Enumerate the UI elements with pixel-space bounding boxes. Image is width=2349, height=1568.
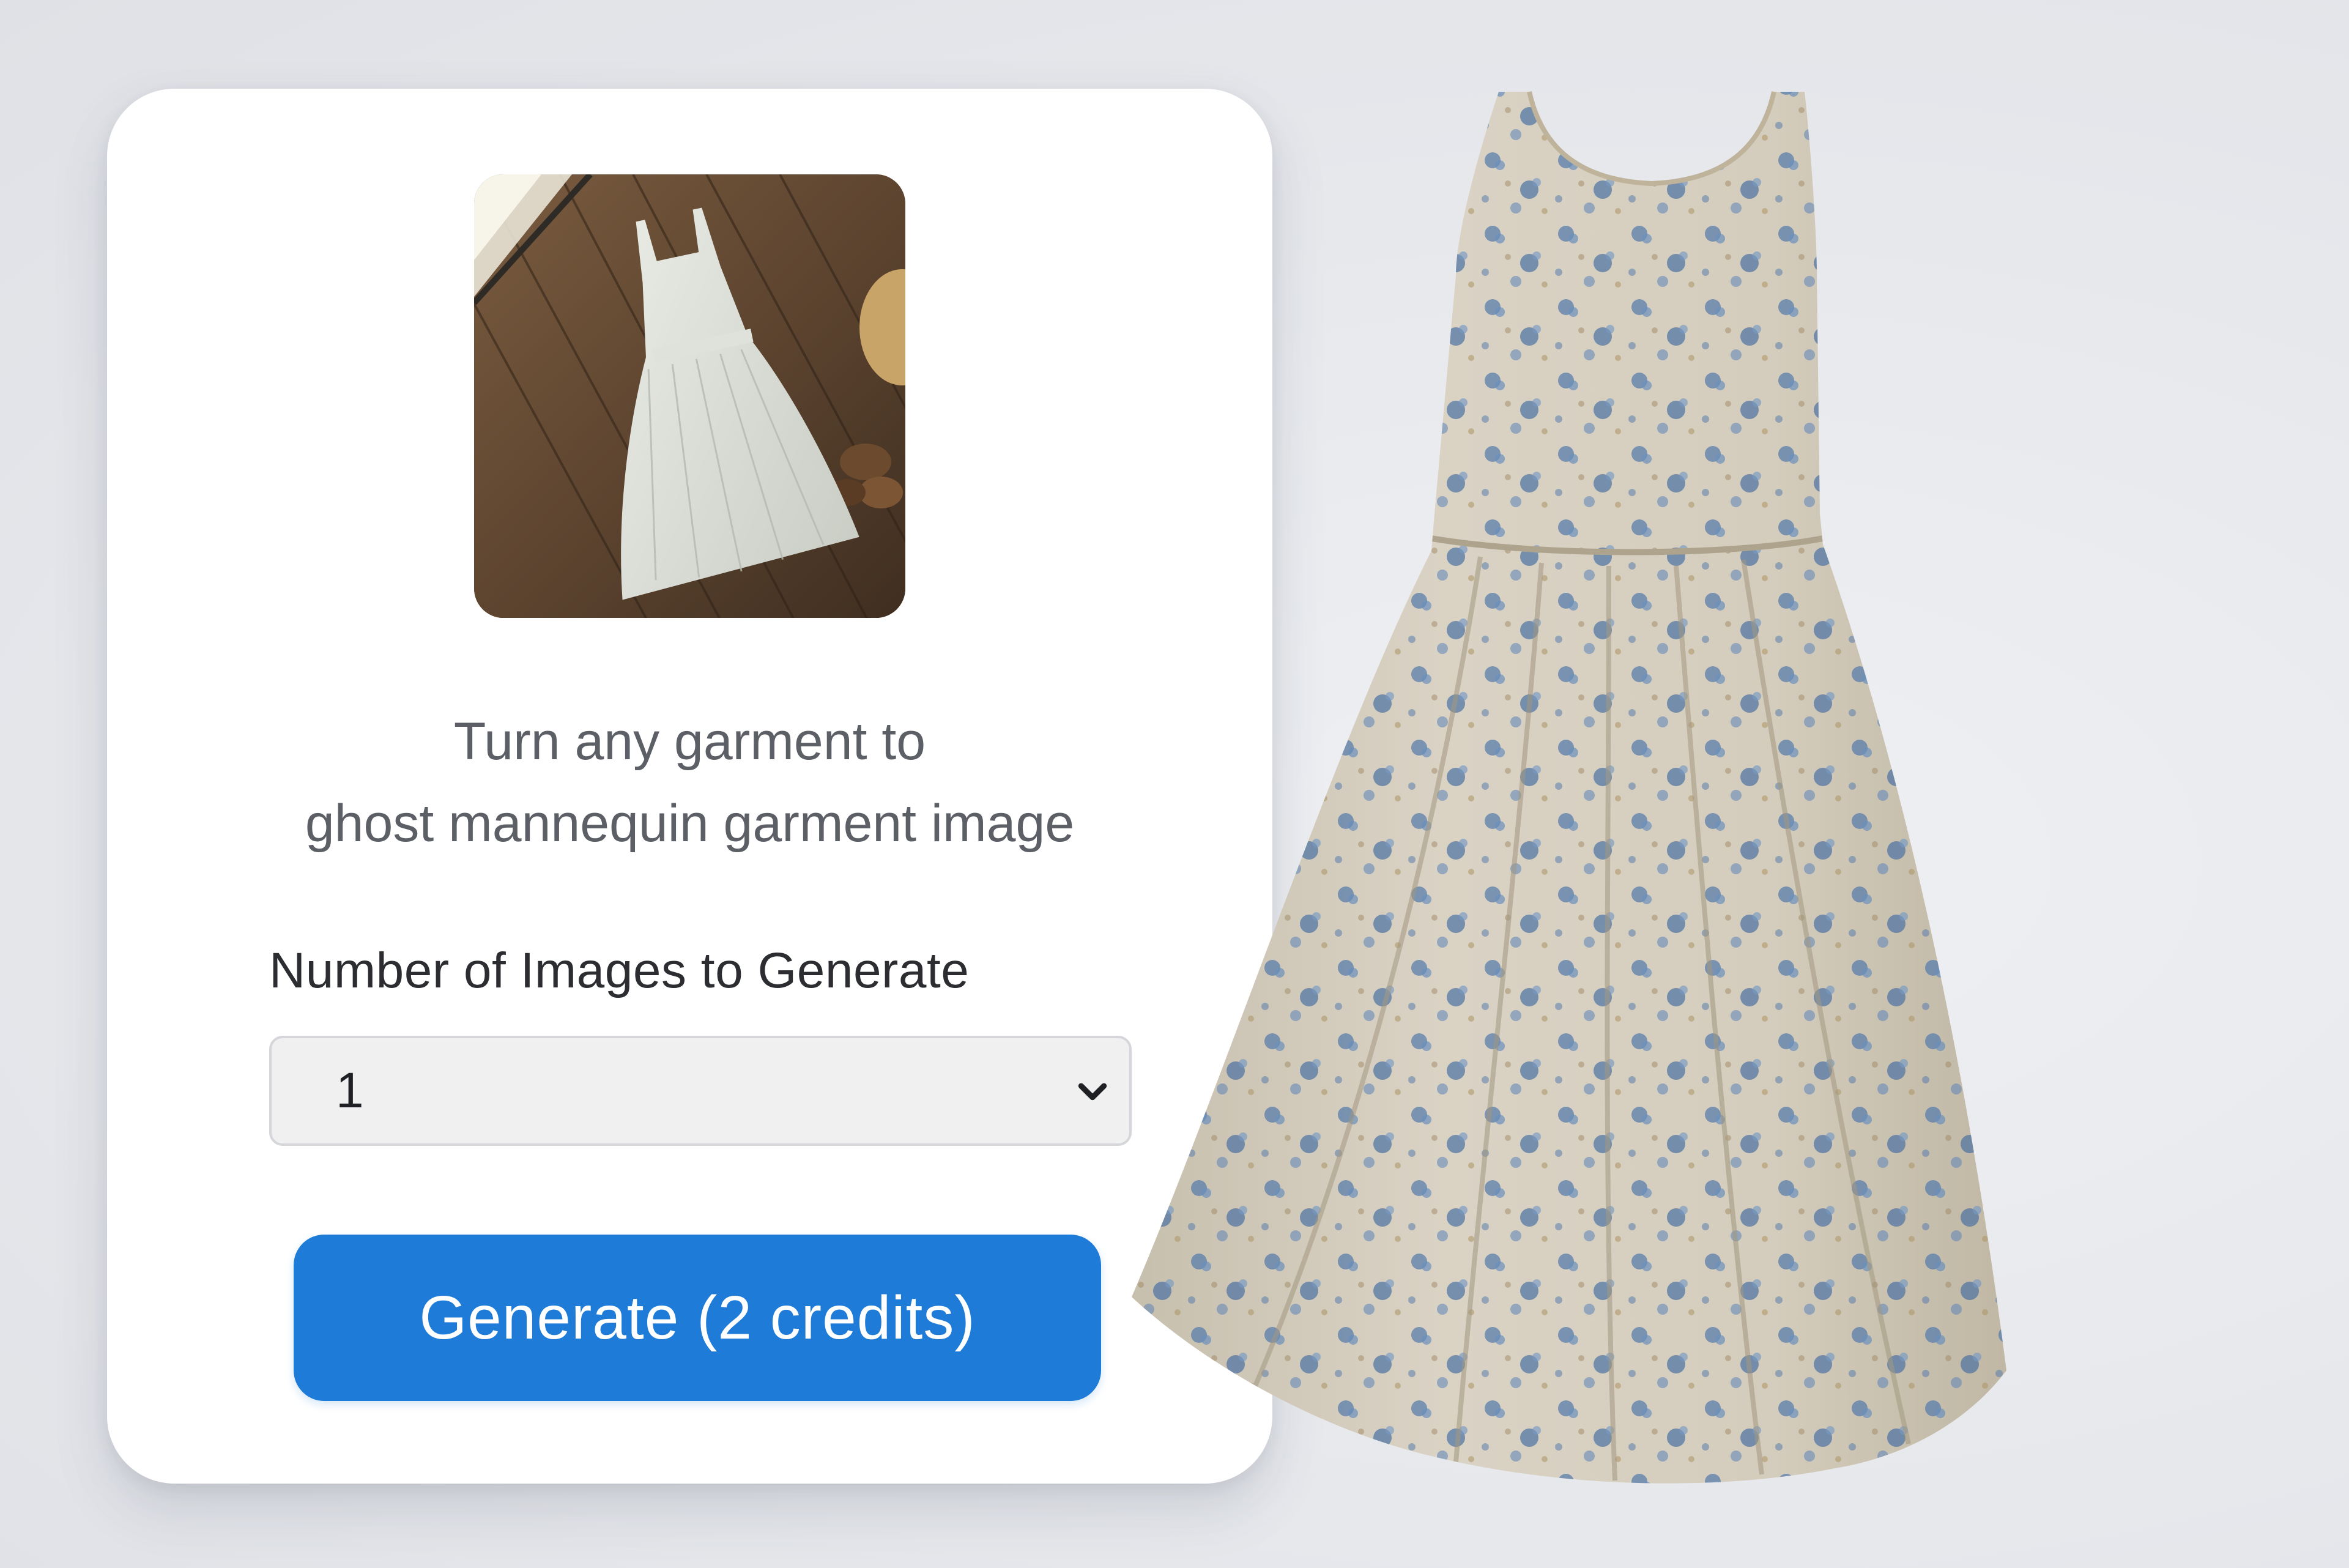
source-garment-thumbnail[interactable] bbox=[474, 174, 905, 618]
source-garment-photo bbox=[474, 174, 905, 618]
ghost-mannequin-result-image bbox=[1113, 73, 2055, 1529]
image-count-label: Number of Images to Generate bbox=[269, 943, 970, 998]
chevron-down-icon bbox=[1078, 1083, 1107, 1101]
tagline-line-2: ghost mannequin garment image bbox=[305, 794, 1075, 853]
tagline-line-1: Turn any garment to bbox=[453, 712, 926, 771]
image-count-select[interactable]: 1 bbox=[269, 1036, 1132, 1146]
tagline: Turn any garment to ghost mannequin garm… bbox=[107, 700, 1272, 864]
generator-card: Turn any garment to ghost mannequin garm… bbox=[107, 89, 1272, 1484]
generate-button[interactable]: Generate (2 credits) bbox=[294, 1235, 1101, 1401]
image-count-value: 1 bbox=[336, 1063, 364, 1118]
